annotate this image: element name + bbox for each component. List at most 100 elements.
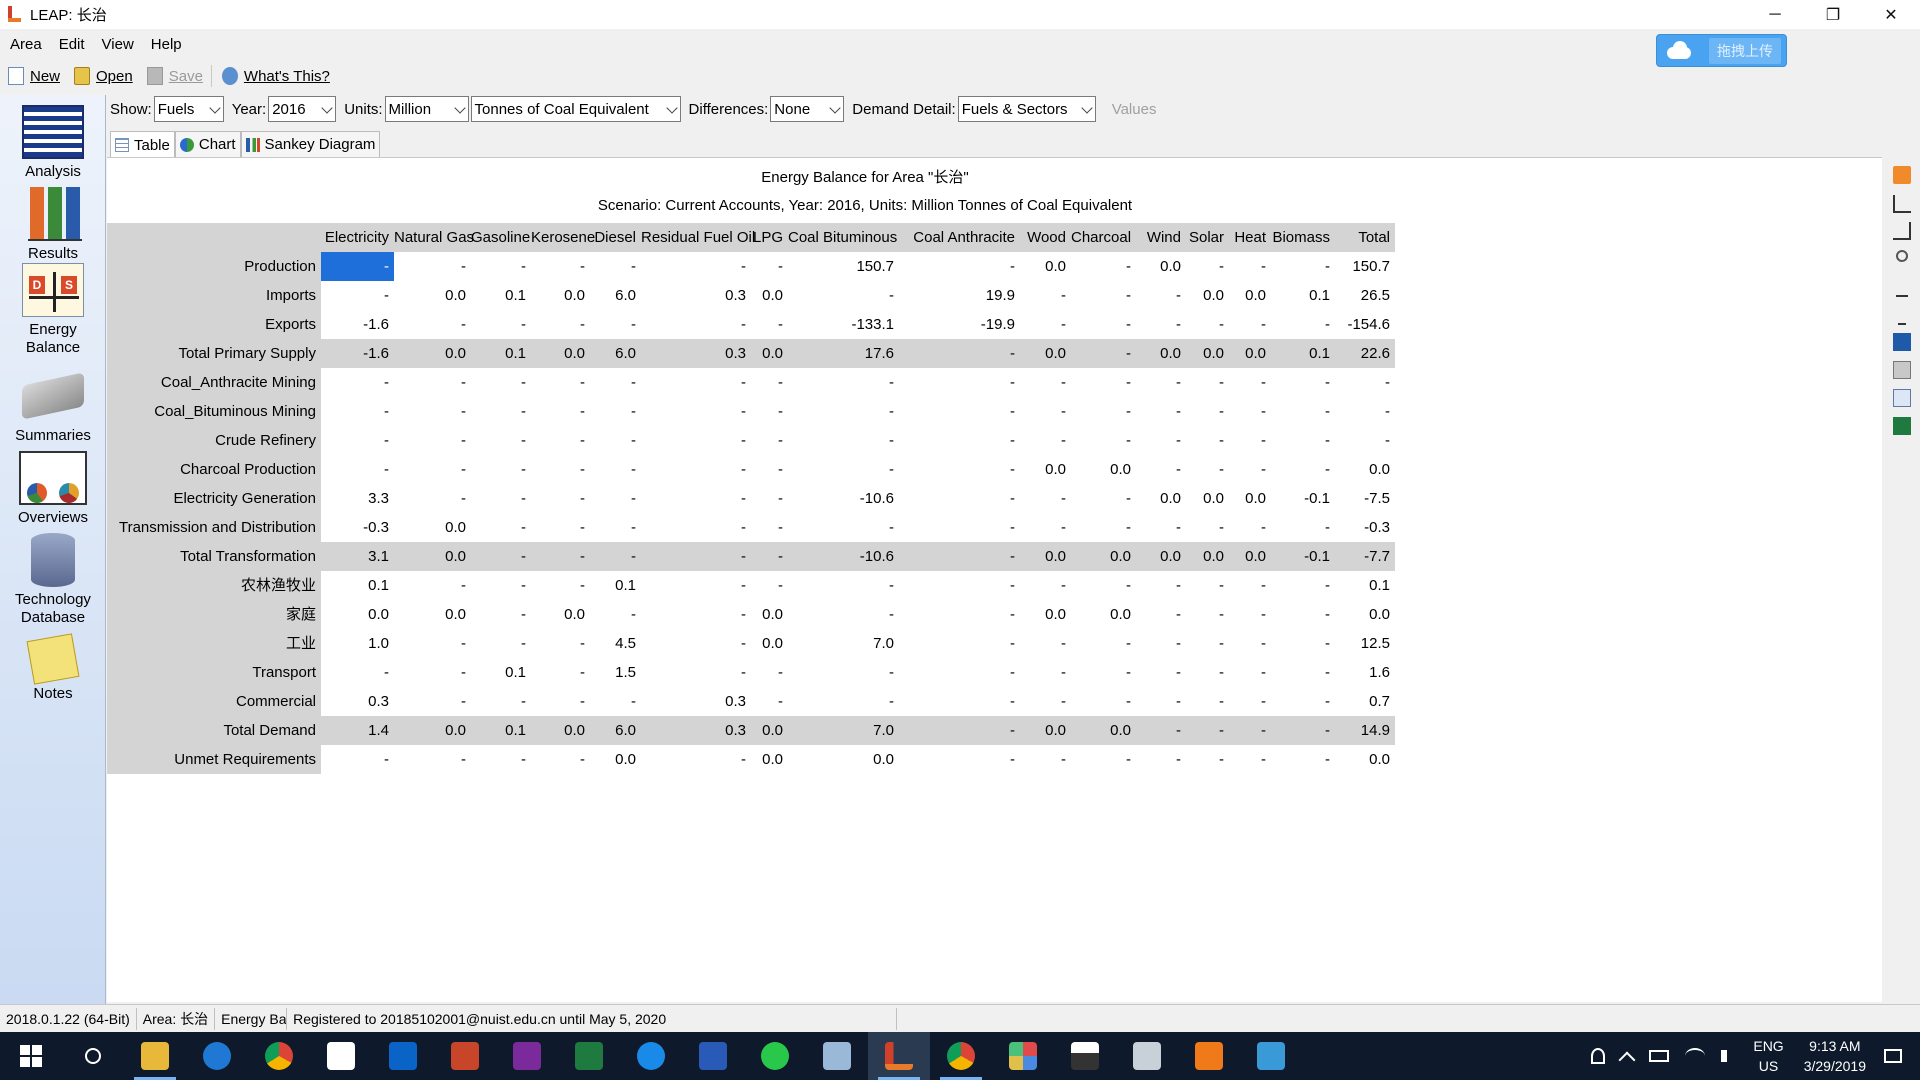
table-cell[interactable]: - xyxy=(471,629,531,658)
table-cell[interactable]: - xyxy=(899,571,1020,600)
table-cell[interactable]: - xyxy=(321,368,394,397)
table-cell[interactable]: - xyxy=(1020,397,1071,426)
table-cell[interactable]: - xyxy=(394,484,471,513)
table-cell[interactable]: -1.6 xyxy=(321,339,394,368)
table-cell[interactable]: - xyxy=(531,426,590,455)
table-cell[interactable]: - xyxy=(1020,513,1071,542)
table-cell[interactable]: 6.0 xyxy=(590,281,641,310)
taskbar-sogou[interactable] xyxy=(620,1032,682,1080)
row-label[interactable]: 工业 xyxy=(107,629,321,658)
table-cell[interactable]: - xyxy=(1271,310,1335,339)
clock[interactable]: 9:13 AM 3/29/2019 xyxy=(1804,1036,1866,1076)
table-cell[interactable]: - xyxy=(1020,629,1071,658)
table-cell[interactable]: - xyxy=(531,629,590,658)
minimize-button[interactable]: ─ xyxy=(1746,0,1804,29)
row-label[interactable]: Total Demand xyxy=(107,716,321,745)
table-cell[interactable]: - xyxy=(1229,600,1271,629)
font-decrease-icon[interactable] xyxy=(1898,307,1906,325)
table-cell[interactable]: - xyxy=(641,484,751,513)
demand-detail-select[interactable]: Fuels & Sectors xyxy=(957,96,1096,122)
table-cell[interactable]: - xyxy=(1186,658,1229,687)
table-cell[interactable]: - xyxy=(1020,426,1071,455)
table-cell[interactable]: - xyxy=(1229,368,1271,397)
table-cell[interactable]: - xyxy=(590,426,641,455)
table-cell[interactable]: -1.6 xyxy=(321,310,394,339)
table-cell[interactable]: 0.1 xyxy=(471,658,531,687)
table-cell[interactable]: - xyxy=(641,542,751,571)
column-header[interactable]: Natural Gas xyxy=(394,223,474,252)
increase-decimals-icon[interactable] xyxy=(1893,195,1911,213)
table-cell[interactable]: - xyxy=(531,397,590,426)
column-header[interactable]: Residual Fuel Oil xyxy=(641,223,755,252)
row-label[interactable]: 农林渔牧业 xyxy=(107,571,321,600)
table-cell[interactable]: 0.0 xyxy=(394,600,471,629)
differences-select[interactable]: None xyxy=(770,96,845,122)
table-cell[interactable]: 26.5 xyxy=(1335,281,1395,310)
table-cell[interactable]: 0.0 xyxy=(1020,252,1071,281)
row-label[interactable]: Commercial xyxy=(107,687,321,716)
table-cell[interactable]: 0.0 xyxy=(590,745,641,774)
table-cell[interactable]: - xyxy=(531,310,590,339)
volume-icon[interactable] xyxy=(1721,1050,1735,1062)
table-cell[interactable]: - xyxy=(1186,513,1229,542)
table-cell[interactable]: - xyxy=(1186,716,1229,745)
units-scale-select[interactable]: Million xyxy=(384,96,469,122)
table-cell[interactable]: - xyxy=(1186,745,1229,774)
table-cell[interactable]: 0.0 xyxy=(394,513,471,542)
row-label[interactable]: Coal_Bituminous Mining xyxy=(107,397,321,426)
table-cell[interactable]: - xyxy=(531,687,590,716)
table-cell[interactable]: - xyxy=(1071,745,1136,774)
table-cell[interactable]: - xyxy=(641,745,751,774)
column-header[interactable]: Wind xyxy=(1136,223,1186,252)
table-cell[interactable]: -7.7 xyxy=(1335,542,1395,571)
taskbar-store[interactable] xyxy=(310,1032,372,1080)
row-label[interactable]: Transmission and Distribution xyxy=(107,513,321,542)
table-cell[interactable]: - xyxy=(899,339,1020,368)
show-select[interactable]: Fuels xyxy=(153,96,224,122)
table-cell[interactable]: 0.0 xyxy=(751,629,788,658)
table-cell[interactable]: 1.6 xyxy=(1335,658,1395,687)
table-cell[interactable]: - xyxy=(321,745,394,774)
open-button[interactable]: Open xyxy=(74,67,133,85)
table-cell[interactable]: - xyxy=(1271,252,1335,281)
table-cell[interactable]: -154.6 xyxy=(1335,310,1395,339)
table-cell[interactable]: -19.9 xyxy=(899,310,1020,339)
table-cell[interactable]: - xyxy=(531,484,590,513)
table-cell[interactable]: - xyxy=(1335,426,1395,455)
table-cell[interactable]: - xyxy=(1136,397,1186,426)
table-cell[interactable]: 0.3 xyxy=(321,687,394,716)
table-cell[interactable]: - xyxy=(471,745,531,774)
table-cell[interactable]: 0.0 xyxy=(1186,542,1229,571)
table-cell[interactable]: - xyxy=(471,571,531,600)
table-cell[interactable]: 0.7 xyxy=(1335,687,1395,716)
row-label[interactable]: Exports xyxy=(107,310,321,339)
column-header[interactable]: Coal Bituminous xyxy=(788,223,899,252)
table-cell[interactable]: - xyxy=(1136,658,1186,687)
table-cell[interactable]: - xyxy=(394,397,471,426)
taskbar-edge[interactable] xyxy=(186,1032,248,1080)
row-label[interactable]: Total Primary Supply xyxy=(107,339,321,368)
table-cell[interactable]: 0.0 xyxy=(394,542,471,571)
taskbar-file-explorer[interactable] xyxy=(124,1032,186,1080)
row-label[interactable]: Unmet Requirements xyxy=(107,745,321,774)
table-cell[interactable]: - xyxy=(531,513,590,542)
table-cell[interactable]: 0.1 xyxy=(590,571,641,600)
table-cell[interactable]: - xyxy=(1271,745,1335,774)
row-label[interactable]: Production xyxy=(107,252,321,281)
table-cell[interactable]: -7.5 xyxy=(1335,484,1395,513)
table-cell[interactable]: - xyxy=(590,542,641,571)
table-cell[interactable]: - xyxy=(751,455,788,484)
taskbar-app-window[interactable] xyxy=(1116,1032,1178,1080)
table-cell[interactable]: - xyxy=(1071,687,1136,716)
table-cell[interactable]: - xyxy=(1229,397,1271,426)
table-cell[interactable]: - xyxy=(899,542,1020,571)
table-cell[interactable]: - xyxy=(1335,368,1395,397)
table-cell[interactable]: - xyxy=(1186,397,1229,426)
table-cell[interactable]: - xyxy=(471,397,531,426)
table-cell[interactable]: 0.1 xyxy=(1271,339,1335,368)
table-cell[interactable]: 17.6 xyxy=(788,339,899,368)
table-cell[interactable]: 3.3 xyxy=(321,484,394,513)
table-cell[interactable]: - xyxy=(1186,600,1229,629)
table-cell[interactable]: - xyxy=(641,571,751,600)
restore-button[interactable]: ❐ xyxy=(1804,0,1862,29)
